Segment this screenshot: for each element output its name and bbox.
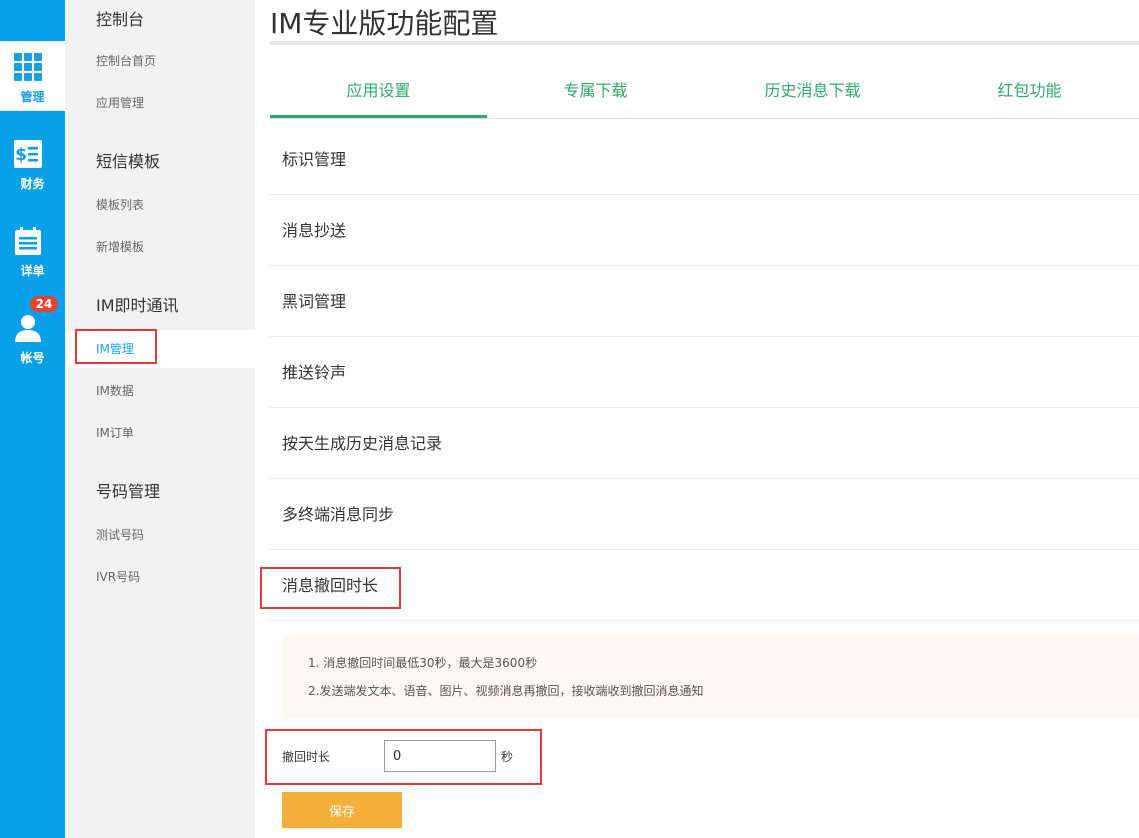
rail-label: 帐号 — [20, 351, 45, 365]
rail-item-finance[interactable]: $ 财务 — [0, 128, 65, 198]
setting-row-message-cc[interactable]: 消息抄送 — [270, 195, 1139, 266]
submenu-group-title: 短信模板 — [96, 152, 161, 171]
rail-item-account[interactable]: 24 帐号 — [0, 296, 65, 372]
recall-duration-input[interactable] — [384, 740, 496, 772]
calendar-icon — [15, 227, 41, 255]
setting-row-daily-history[interactable]: 按天生成历史消息记录 — [270, 408, 1139, 479]
tab-red-packet[interactable]: 红包功能 — [921, 66, 1138, 118]
tip-text: 2.发送端发文本、语音、图片、视频消息再撤回，接收端收到撤回消息通知 — [308, 684, 704, 698]
rail-label: 财务 — [20, 177, 45, 191]
rail-item-details[interactable]: 详单 — [0, 215, 65, 285]
icon-rail: 管理 $ 财务 详单 24 帐号 — [0, 0, 65, 838]
tab-app-settings[interactable]: 应用设置 — [270, 66, 487, 118]
sub-menu: 控制台 控制台首页 应用管理 短信模板 模板列表 新增模板 IM即时通讯 IM管… — [65, 0, 255, 838]
tab-bar: 应用设置 专属下载 历史消息下载 红包功能 — [270, 66, 1139, 119]
submenu-item-test-numbers[interactable]: 测试号码 — [65, 516, 255, 554]
setting-row-blacklist-words[interactable]: 黑词管理 — [270, 266, 1139, 337]
title-divider — [270, 41, 1139, 45]
submenu-group-title: IM即时通讯 — [96, 296, 179, 315]
tip-text: 1. 消息撤回时间最低30秒，最大是3600秒 — [308, 656, 538, 670]
tab-history-download[interactable]: 历史消息下载 — [704, 66, 921, 118]
setting-row-multi-device-sync[interactable]: 多终端消息同步 — [270, 479, 1139, 550]
user-icon — [15, 315, 41, 342]
setting-row-identifier[interactable]: 标识管理 — [270, 124, 1139, 195]
setting-row-push-ringtone[interactable]: 推送铃声 — [270, 337, 1139, 408]
submenu-item-app-manage[interactable]: 应用管理 — [65, 84, 255, 122]
save-button[interactable]: 保存 — [282, 792, 402, 828]
main-content: IM专业版功能配置 应用设置 专属下载 历史消息下载 红包功能 标识管理 消息抄… — [260, 0, 1139, 838]
submenu-item-im-orders[interactable]: IM订单 — [65, 414, 255, 452]
submenu-item-im-data[interactable]: IM数据 — [65, 372, 255, 410]
finance-icon: $ — [14, 140, 42, 168]
notification-badge: 24 — [30, 296, 58, 312]
submenu-item-add-template[interactable]: 新增模板 — [65, 228, 255, 266]
submenu-item-template-list[interactable]: 模板列表 — [65, 186, 255, 224]
submenu-group-title: 号码管理 — [96, 482, 161, 501]
unit-label: 秒 — [501, 750, 514, 764]
rail-label: 详单 — [20, 264, 45, 278]
svg-text:$: $ — [15, 145, 27, 165]
submenu-item-im-manage[interactable]: IM管理 — [65, 330, 255, 368]
rail-item-manage[interactable]: 管理 — [0, 41, 65, 111]
submenu-group-title: 控制台 — [96, 10, 145, 29]
rail-label: 管理 — [20, 90, 45, 104]
recall-duration-label: 撤回时长 — [282, 750, 331, 764]
tab-exclusive-download[interactable]: 专属下载 — [487, 66, 704, 118]
tips-panel: 1. 消息撤回时间最低30秒，最大是3600秒 2.发送端发文本、语音、图片、视… — [282, 636, 1139, 718]
page-title: IM专业版功能配置 — [270, 7, 499, 40]
grid-icon — [14, 53, 42, 81]
submenu-item-ivr-numbers[interactable]: IVR号码 — [65, 558, 255, 596]
submenu-item-console-home[interactable]: 控制台首页 — [65, 42, 255, 80]
setting-row-recall-duration[interactable]: 消息撤回时长 — [270, 550, 1139, 621]
